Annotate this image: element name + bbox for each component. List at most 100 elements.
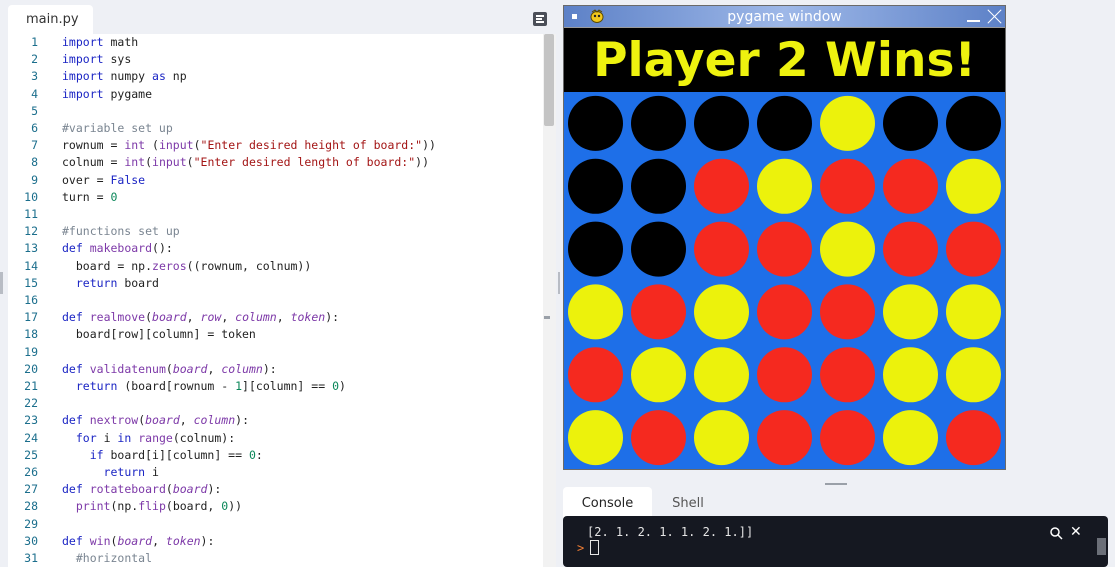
file-tab-main-py[interactable]: main.py [8,5,93,34]
code-line[interactable]: 7 rownum = int (input("Enter desired heig… [8,137,543,154]
tab-shell[interactable]: Shell [655,487,721,519]
code-token: input [152,155,187,170]
code-line[interactable]: 24 for i in range(colnum): [8,430,543,447]
code-line[interactable]: 9 over = False [8,172,543,189]
win-banner: Player 2 Wins! [564,28,1005,92]
code-token: flip [138,499,166,514]
code-token: ( [186,155,194,170]
console-terminal[interactable]: [2. 1. 2. 1. 1. 2. 1.]] > ✕ [563,516,1108,567]
code-token: rotateboard [89,482,166,497]
board-slot-yellow [568,410,623,466]
line-number: 29 [24,516,38,531]
line-code: #variable set up [62,120,173,137]
code-line[interactable]: 13 def makeboard(): [8,240,543,257]
code-line[interactable]: 28 print(np.flip(board, 0)) [8,498,543,515]
code-line[interactable]: 26 return i [8,464,543,481]
code-line[interactable]: 10 turn = 0 [8,189,543,206]
code-line[interactable]: 16 [8,292,543,309]
board-slot-yellow [568,284,623,340]
code-token: (np. [110,499,139,514]
line-number: 16 [24,293,38,307]
code-line[interactable]: 8 colnum = int(input("Enter desired lengt… [8,154,543,171]
code-editor[interactable]: 1 import math 2 import sys 3 import numpy as … [8,34,556,567]
code-token: 0 [248,447,256,462]
code-token: realmove [89,310,146,325]
tab-console[interactable]: Console [563,487,652,519]
close-window-button[interactable] [986,8,1003,25]
code-line[interactable]: 27 def rotateboard(board): [8,481,543,498]
line-code: def nextrow(board, column): [62,412,249,429]
code-line[interactable]: 12 #functions set up [8,223,543,240]
line-code: def realmove(board, row, column, token): [62,309,339,326]
minimize-button[interactable] [967,20,980,22]
code-line[interactable]: 18 board[row][column] = token [8,326,543,343]
code-line[interactable]: 15 return board [8,275,543,292]
search-icon[interactable] [1049,526,1063,540]
code-token: return [75,275,118,290]
left-resize-handle[interactable] [0,272,3,294]
code-token: ( [145,310,153,325]
code-line[interactable]: 21 return (board[rownum - 1][column] == … [8,378,543,395]
code-line[interactable]: 31 #horizontal [8,550,543,567]
board-slot-red [757,221,812,277]
board-slot-yellow [883,284,938,340]
line-code: board = np.zeros((rownum, colnum)) [62,258,311,275]
line-number: 8 [31,155,38,170]
board-slot-yellow [757,158,812,214]
line-code: def win(board, token): [62,533,214,550]
editor-menu-icon[interactable] [533,12,547,26]
board-slot-yellow [946,158,1001,214]
code-token: column [193,413,236,428]
connect-four-board[interactable] [564,92,1005,469]
code-token: return [75,379,118,393]
code-line[interactable]: 11 [8,206,543,223]
line-code: import math [62,34,138,51]
line-code: #horizontal [62,550,152,567]
board-slot-red [883,221,938,277]
board-slot-black [946,95,1001,151]
code-token: range [138,430,173,445]
code-line[interactable]: 3 import numpy as np [8,68,543,85]
code-line[interactable]: 2 import sys [8,51,543,68]
editor-scrollbar-thumb[interactable] [544,34,554,126]
board-slot-red [694,158,749,214]
code-token: board [117,533,153,548]
win-message: Player 2 Wins! [593,33,976,88]
console-scrollbar[interactable] [1097,538,1106,555]
console-resize-grip[interactable] [825,483,847,485]
code-line[interactable]: 4 import pygame [8,86,543,103]
board-slot-yellow [820,95,875,151]
board-slot-yellow [694,410,749,466]
close-icon[interactable]: ✕ [1070,525,1084,539]
code-line[interactable]: 1 import math [8,34,543,51]
code-line[interactable]: 29 [8,516,543,533]
code-line[interactable]: 14 board = np.zeros((rownum, colnum)) [8,258,543,275]
line-number: 3 [31,69,38,84]
code-token: as [152,69,166,84]
line-number: 13 [24,241,38,256]
code-token: def [62,310,83,325]
code-token: ): [262,361,277,376]
line-number: 11 [24,207,38,221]
code-line[interactable]: 30 def win(board, token): [8,533,543,550]
code-line[interactable]: 20 def validatenum(board, column): [8,361,543,378]
code-token: def [62,533,83,548]
pygame-title-bar[interactable]: pygame window [564,6,1005,28]
code-token: , [221,310,236,325]
line-code: rownum = int (input("Enter desired heigh… [62,137,436,154]
code-token: rownum = [62,138,125,153]
code-line[interactable]: 22 [8,395,543,412]
code-line[interactable]: 5 [8,103,543,120]
pygame-window[interactable]: pygame window Player 2 Wins! [563,5,1006,470]
code-line[interactable]: 25 if board[i][column] == 0: [8,447,543,464]
code-line[interactable]: 19 [8,344,543,361]
line-number: 17 [24,310,38,325]
code-token: int [124,138,146,153]
code-line[interactable]: 17 def realmove(board, row, column, token… [8,309,543,326]
line-number: 25 [24,447,38,462]
code-line[interactable]: 23 def nextrow(board, column): [8,412,543,429]
code-line[interactable]: 6 #variable set up [8,120,543,137]
board-slot-black [757,95,812,151]
